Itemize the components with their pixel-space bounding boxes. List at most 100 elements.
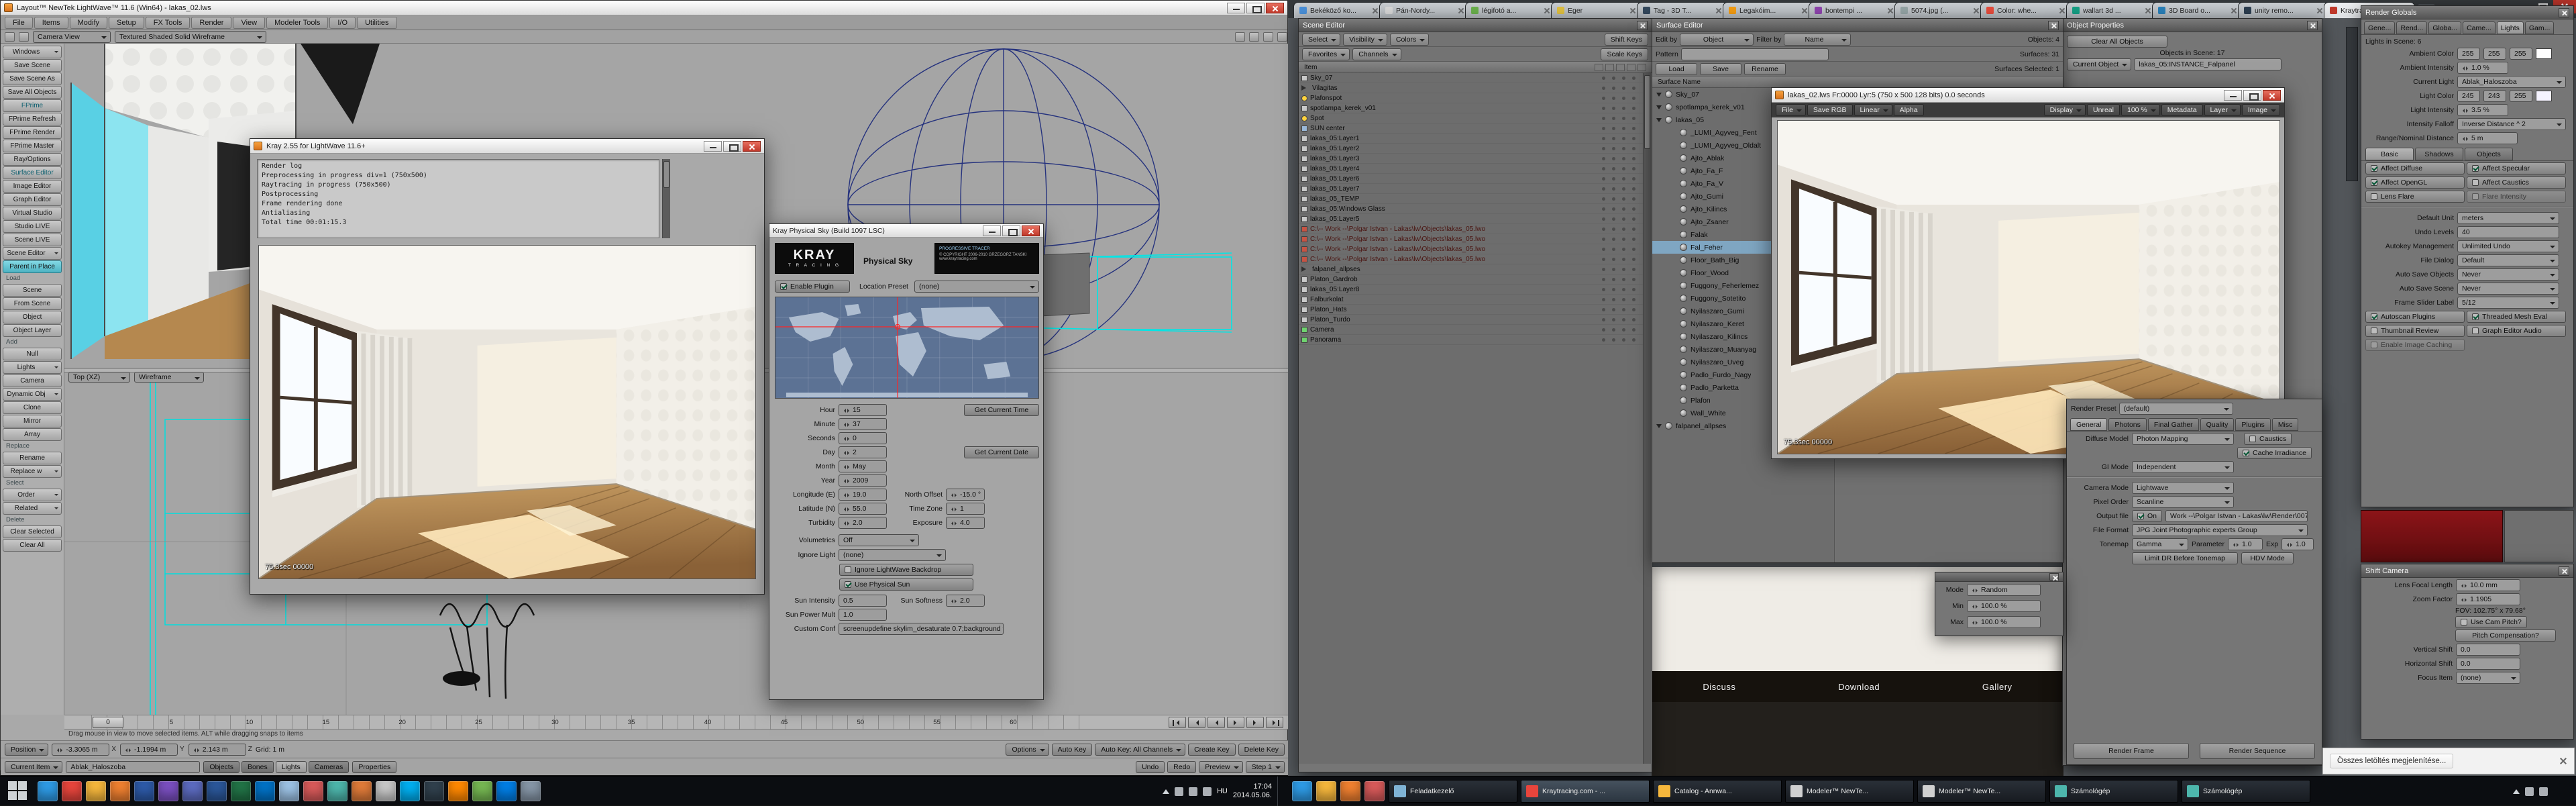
- taskbar-app-icon[interactable]: [352, 781, 372, 801]
- sidebar-button[interactable]: Related: [3, 502, 62, 515]
- taskbar-app-icon[interactable]: [521, 781, 541, 801]
- sidebar-button[interactable]: Lights: [3, 361, 62, 374]
- taskbar-app-icon[interactable]: [207, 781, 227, 801]
- tab-close-icon[interactable]: [1801, 7, 1808, 14]
- close-icon[interactable]: [2559, 566, 2569, 576]
- layout-titlebar[interactable]: Layout™ NewTek LightWave™ 11.6 (Win64) -…: [1, 1, 1287, 15]
- scene-item-row[interactable]: lakas_05:Layer6: [1299, 174, 1644, 184]
- viewport-layout-icon[interactable]: [5, 32, 15, 42]
- output-on-checkbox[interactable]: On: [2132, 510, 2162, 522]
- item-visibility-dots[interactable]: [1602, 228, 1641, 231]
- shift-camera-field[interactable]: 10.0 mm: [2456, 579, 2520, 591]
- maximize-button[interactable]: [1002, 225, 1020, 236]
- sky-value-field[interactable]: screenupdefine skylim_desaturate 0.7;bac…: [839, 623, 1004, 635]
- general-option-field[interactable]: Never: [2457, 283, 2559, 295]
- sidebar-button[interactable]: Ray/Options: [3, 153, 62, 166]
- scene-item-row[interactable]: Platon_Hats: [1299, 305, 1644, 315]
- item-visibility-dots[interactable]: [1602, 308, 1641, 311]
- viewport2-view-select[interactable]: Top (XZ): [68, 372, 130, 383]
- viewer-menu-button[interactable]: Linear: [1854, 104, 1892, 116]
- taskbar-app-button[interactable]: Számológép: [2182, 780, 2310, 803]
- taskbar-app-icon[interactable]: [303, 781, 323, 801]
- scene-scrollbar[interactable]: [1643, 73, 1651, 764]
- tab-close-icon[interactable]: [1887, 7, 1894, 14]
- browser-tab[interactable]: Legakóim...: [1723, 2, 1814, 18]
- menu-item[interactable]: File: [5, 17, 33, 29]
- browser-tab[interactable]: Color: whe...: [1980, 2, 2072, 18]
- sidebar-button[interactable]: From Scene: [3, 297, 62, 310]
- sidebar-button[interactable]: Camera: [3, 374, 62, 387]
- webpage-link[interactable]: Download: [1838, 682, 1880, 692]
- taskbar-app-icon[interactable]: [158, 781, 178, 801]
- light-flag-checkbox[interactable]: Affect Diffuse: [2365, 162, 2465, 174]
- key-toolbar-button[interactable]: Create Key: [1188, 744, 1236, 756]
- cache-irradiance-checkbox[interactable]: Cache Irradiance: [2237, 447, 2312, 459]
- start-button[interactable]: [8, 781, 28, 801]
- sidebar-button[interactable]: Save All Objects: [3, 86, 62, 99]
- render-globals-tab[interactable]: Came...: [2463, 21, 2496, 34]
- column-cell-icon[interactable]: [1605, 64, 1614, 71]
- expand-arrow-icon[interactable]: [1656, 424, 1662, 431]
- mini-panel-header[interactable]: [1935, 572, 2063, 582]
- viewer-menu-button[interactable]: Image: [2242, 104, 2280, 116]
- current-item-dropdown[interactable]: Current Item: [5, 761, 62, 773]
- sky-value-field[interactable]: 2: [839, 446, 887, 458]
- sky-titlebar[interactable]: Kray Physical Sky (Build 1097 LSC): [769, 224, 1043, 238]
- general-option-field[interactable]: 40: [2457, 226, 2559, 238]
- scene-item-row[interactable]: lakas_05:Layer2: [1299, 144, 1644, 154]
- filter-by-select[interactable]: Name: [1784, 34, 1851, 46]
- tab-close-icon[interactable]: [1973, 7, 1980, 14]
- scene-item-row[interactable]: lakas_05:Layer7: [1299, 184, 1644, 194]
- scene-item-row[interactable]: Sky_07: [1299, 73, 1644, 83]
- properties-button[interactable]: Properties: [352, 761, 396, 773]
- sky-action-button[interactable]: Get Current Date: [964, 446, 1039, 458]
- kray-window-titlebar[interactable]: Kray 2.55 for LightWave 11.6+: [250, 139, 764, 154]
- gi-mode-select[interactable]: Independent: [2132, 461, 2234, 473]
- log-scrollbar[interactable]: [662, 159, 670, 238]
- scene-item-row[interactable]: Platon_Turdo: [1299, 315, 1644, 325]
- render-globals-header[interactable]: Render Globals: [2361, 6, 2573, 19]
- taskbar-app-button[interactable]: Kraytracing.com - ...: [1521, 780, 1650, 803]
- enable-plugin-checkbox[interactable]: Enable Plugin: [775, 281, 850, 293]
- scene-item-row[interactable]: C:\-- Work --\Polgar Istvan - Lakas\lw\O…: [1299, 244, 1644, 254]
- close-button[interactable]: [1266, 3, 1284, 13]
- tray-expand-icon[interactable]: [2513, 786, 2520, 794]
- sky-value-field[interactable]: 2.0: [839, 517, 887, 529]
- tab-close-icon[interactable]: [2145, 7, 2151, 14]
- sidebar-button[interactable]: Surface Editor: [3, 166, 62, 179]
- play-button[interactable]: [1227, 717, 1244, 728]
- use-physical-sun-checkbox[interactable]: Use Physical Sun: [839, 578, 973, 591]
- item-type-tab[interactable]: Lights: [276, 761, 307, 773]
- general-option-field[interactable]: Unlimited Undo: [2457, 240, 2559, 252]
- viewer-menu-button[interactable]: Layer: [2204, 104, 2241, 116]
- tray-expand-icon[interactable]: [1163, 786, 1169, 794]
- sidebar-button[interactable]: Load: [3, 274, 62, 283]
- timeline[interactable]: 051015202530354045505560 0: [64, 715, 1289, 729]
- taskbar-app-icon[interactable]: [1364, 781, 1385, 801]
- language-indicator[interactable]: HU: [1217, 787, 1228, 795]
- range-distance-field[interactable]: 5 m: [2457, 132, 2518, 144]
- rotate-tool-icon[interactable]: [1249, 32, 1259, 42]
- pattern-input[interactable]: [1681, 48, 1829, 60]
- axis-value-field[interactable]: -1.1994 m: [120, 744, 178, 756]
- taskbar-clock[interactable]: 17:04 2014.05.06.: [1233, 783, 1272, 800]
- key-toolbar-button[interactable]: Options: [1006, 744, 1049, 756]
- scene-item-row[interactable]: SUN center: [1299, 123, 1644, 134]
- light-flag-checkbox[interactable]: Affect Specular: [2467, 162, 2566, 174]
- edit-toolbar-button[interactable]: Preview: [1199, 761, 1242, 773]
- sidebar-button[interactable]: Mirror: [3, 415, 62, 427]
- menu-item[interactable]: Utilities: [357, 17, 396, 29]
- taskbar-app-button[interactable]: Modeler™ NewTe...: [1785, 780, 1914, 803]
- scene-toolbar-button[interactable]: Colors: [1390, 34, 1429, 46]
- go-last-frame-button[interactable]: [1266, 717, 1283, 728]
- edit-toolbar-button[interactable]: Redo: [1167, 761, 1196, 773]
- object-properties-header[interactable]: Object Properties: [2063, 19, 2322, 32]
- ambient-intensity-field[interactable]: 1.0 %: [2457, 62, 2508, 74]
- sidebar-button[interactable]: Rename: [3, 452, 62, 464]
- general-option-field[interactable]: 5/12: [2457, 297, 2559, 309]
- general-option-field[interactable]: meters: [2457, 212, 2559, 224]
- item-visibility-dots[interactable]: [1602, 167, 1641, 170]
- shift-camera-header[interactable]: Shift Camera: [2361, 564, 2573, 578]
- browser-tab[interactable]: Eger: [1551, 2, 1642, 18]
- kray-tab[interactable]: Final Gather: [2148, 418, 2199, 431]
